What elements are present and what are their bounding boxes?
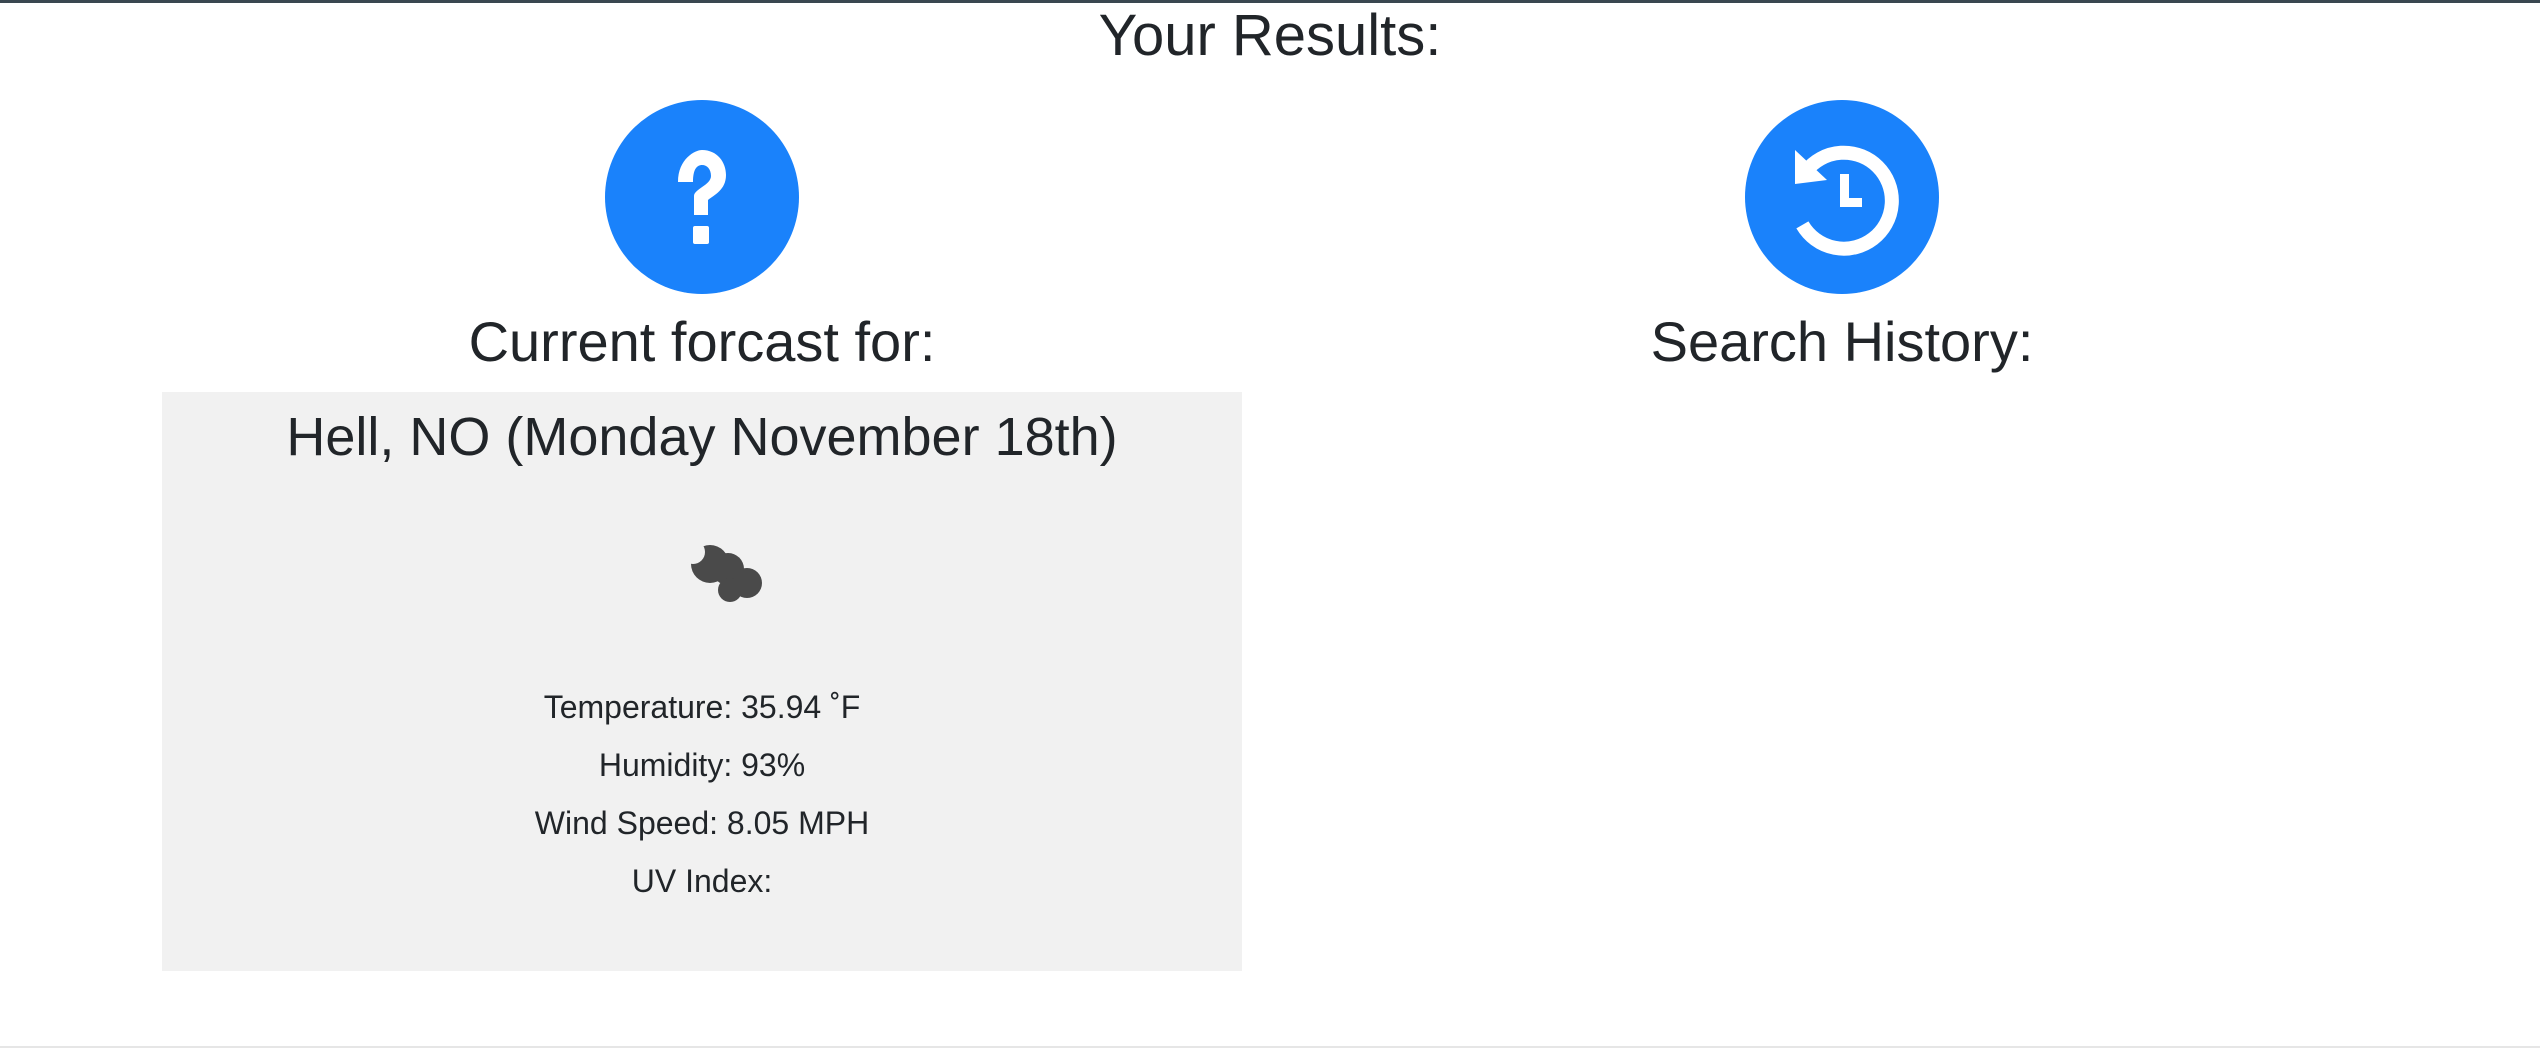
weather-stats: Temperature: 35.94 ˚F Humidity: 93% Wind… (162, 678, 1242, 910)
current-forecast-heading: Current forcast for: (468, 310, 936, 373)
temperature-value: Temperature: 35.94 ˚F (543, 689, 861, 725)
cloudy-night-icon (681, 538, 768, 611)
page-title: Your Results: (1098, 3, 1442, 68)
bottom-border (0, 1046, 2540, 1048)
uv-index-value: UV Index: (631, 863, 773, 899)
question-circle-icon (605, 100, 799, 294)
search-history-heading: Search History: (1650, 310, 2034, 373)
history-icon (1745, 100, 1939, 294)
wind-speed-value: Wind Speed: 8.05 MPH (534, 805, 870, 841)
forecast-card: Hell, NO (Monday November 18th) Temperat… (162, 392, 1242, 971)
humidity-value: Humidity: 93% (598, 747, 806, 783)
forecast-location-date: Hell, NO (Monday November 18th) (286, 407, 1118, 467)
